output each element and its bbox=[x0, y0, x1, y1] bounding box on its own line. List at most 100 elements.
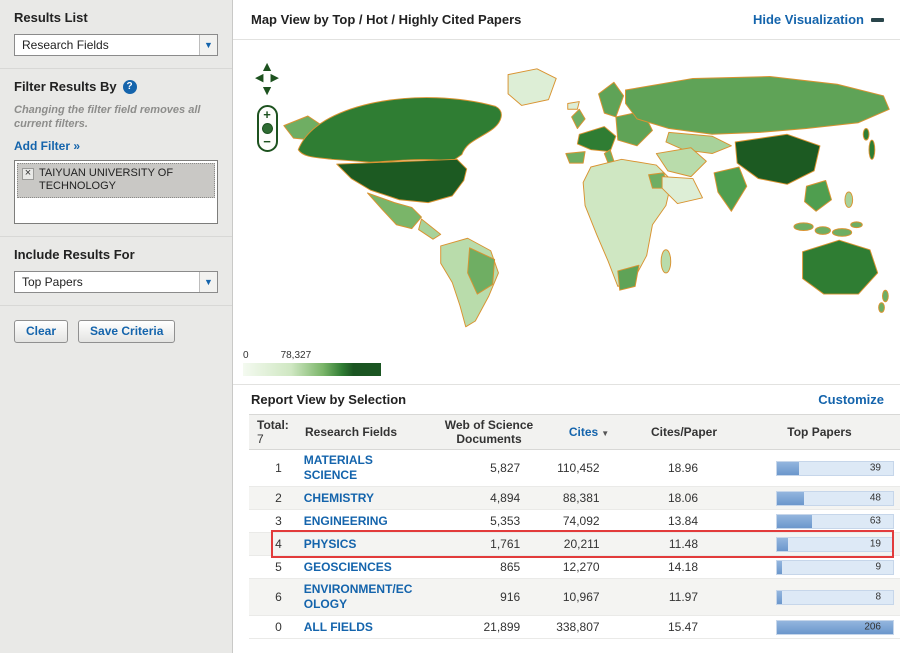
total-count: Total: 7 bbox=[249, 415, 299, 449]
report-view-header: Report View by Selection Customize bbox=[233, 384, 900, 414]
row-rank: 2 bbox=[275, 491, 282, 505]
report-title: Report View by Selection bbox=[251, 392, 407, 407]
map-region-oceania[interactable] bbox=[802, 239, 889, 313]
top-papers-bar-fill bbox=[777, 491, 805, 505]
top-papers-value: 48 bbox=[869, 492, 881, 504]
legend-gradient-bar bbox=[243, 363, 381, 376]
row-cites: 20,211 bbox=[563, 537, 600, 551]
main-content: Map View by Top / Hot / Highly Cited Pap… bbox=[233, 0, 900, 653]
filter-tag[interactable]: × TAIYUAN UNIVERSITY OF TECHNOLOGY bbox=[17, 162, 215, 199]
results-list-dropdown[interactable]: Research Fields ▼ bbox=[14, 34, 218, 56]
column-header-cites[interactable]: Cites ▼ bbox=[549, 422, 629, 442]
legend-min-label: 0 bbox=[243, 350, 249, 361]
table-row: 0 ALL FIELDS 21,899 338,807 15.47 206 bbox=[249, 616, 900, 639]
clear-button[interactable]: Clear bbox=[14, 319, 69, 343]
field-link[interactable]: GEOSCIENCES bbox=[304, 560, 392, 574]
filter-heading-label: Filter Results By bbox=[14, 79, 117, 94]
row-cites-per-paper: 18.06 bbox=[667, 491, 698, 505]
include-results-heading: Include Results For bbox=[14, 246, 135, 262]
map-area: ▲ ◀ ▶ ▼ + − bbox=[233, 40, 900, 348]
row-rank: 5 bbox=[275, 560, 282, 574]
globe-icon[interactable] bbox=[261, 123, 273, 134]
row-cites-per-paper: 15.47 bbox=[667, 620, 698, 634]
top-papers-value: 19 bbox=[869, 538, 881, 550]
filter-note: Changing the filter field removes all cu… bbox=[14, 104, 201, 131]
map-region-asia[interactable] bbox=[625, 76, 890, 237]
top-papers-bar[interactable]: 19 bbox=[776, 536, 894, 552]
active-filters-box[interactable]: × TAIYUAN UNIVERSITY OF TECHNOLOGY bbox=[14, 159, 218, 224]
table-row: 5 GEOSCIENCES 865 12,270 14.18 9 bbox=[249, 556, 900, 579]
top-papers-bar[interactable]: 8 bbox=[776, 589, 894, 605]
top-papers-value: 63 bbox=[869, 515, 881, 527]
zoom-out-icon[interactable]: − bbox=[263, 135, 271, 148]
field-link[interactable]: CHEMISTRY bbox=[304, 491, 374, 505]
help-icon[interactable]: ? bbox=[122, 79, 137, 94]
results-list-heading: Results List bbox=[14, 10, 88, 25]
report-table-header: Total: 7 Research Fields Web of Science … bbox=[249, 414, 900, 450]
table-row: 3 ENGINEERING 5,353 74,092 13.84 63 bbox=[249, 510, 900, 533]
sort-desc-icon: ▼ bbox=[601, 429, 610, 438]
field-link[interactable]: MATERIALS SCIENCE bbox=[304, 453, 373, 482]
field-link[interactable]: ALL FIELDS bbox=[304, 620, 373, 634]
row-docs: 5,353 bbox=[490, 514, 521, 528]
cites-sort-link[interactable]: Cites bbox=[569, 425, 598, 439]
collapse-icon bbox=[871, 17, 884, 22]
include-results-dropdown-value: Top Papers bbox=[22, 274, 83, 289]
map-region-north-america[interactable] bbox=[283, 68, 580, 240]
total-value: 7 bbox=[257, 432, 264, 446]
top-papers-bar[interactable]: 206 bbox=[776, 619, 894, 635]
row-cites: 110,452 bbox=[557, 461, 600, 475]
filter-heading: Filter Results By ? bbox=[14, 79, 218, 94]
top-papers-bar-fill bbox=[777, 560, 783, 574]
map-legend: 0 78,327 bbox=[233, 348, 900, 384]
map-zoom-control[interactable]: + − bbox=[256, 105, 278, 152]
pan-down-icon[interactable]: ▼ bbox=[260, 83, 274, 97]
column-header-cites-per-paper[interactable]: Cites/Paper bbox=[629, 422, 739, 442]
sidebar-buttons: Clear Save Criteria bbox=[0, 306, 232, 355]
sidebar: Results List Research Fields ▼ Filter Re… bbox=[0, 0, 233, 653]
top-papers-bar[interactable]: 63 bbox=[776, 513, 894, 529]
chevron-down-icon[interactable]: ▼ bbox=[199, 35, 217, 55]
report-table: Total: 7 Research Fields Web of Science … bbox=[249, 414, 900, 639]
field-link[interactable]: ENVIRONMENT/ECOLOGY bbox=[304, 582, 413, 611]
zoom-in-icon[interactable]: + bbox=[263, 108, 271, 121]
map-region-south-america[interactable] bbox=[440, 237, 499, 328]
map-controls: ▲ ◀ ▶ ▼ + − bbox=[251, 59, 283, 152]
row-rank: 1 bbox=[275, 461, 282, 475]
column-header-documents[interactable]: Web of Science Documents bbox=[429, 415, 549, 449]
pan-up-icon[interactable]: ▲ bbox=[260, 59, 274, 73]
top-papers-bar[interactable]: 48 bbox=[776, 490, 894, 506]
column-header-research-fields: Research Fields bbox=[305, 425, 398, 439]
top-papers-bar-fill bbox=[777, 514, 813, 528]
row-cites-per-paper: 14.18 bbox=[667, 560, 698, 574]
top-papers-bar[interactable]: 9 bbox=[776, 559, 894, 575]
include-results-dropdown[interactable]: Top Papers ▼ bbox=[14, 270, 218, 293]
total-label: Total: bbox=[257, 418, 289, 432]
top-papers-bar[interactable]: 39 bbox=[776, 460, 894, 476]
top-papers-value: 8 bbox=[875, 591, 881, 603]
page-title: Map View by Top / Hot / Highly Cited Pap… bbox=[251, 12, 522, 27]
remove-filter-icon[interactable]: × bbox=[22, 167, 34, 180]
app-window: Results List Research Fields ▼ Filter Re… bbox=[0, 0, 900, 653]
filter-tag-label: TAIYUAN UNIVERSITY OF TECHNOLOGY bbox=[39, 166, 174, 193]
legend-max-label: 78,327 bbox=[280, 350, 312, 361]
top-papers-bar-fill bbox=[777, 461, 799, 475]
row-docs: 5,827 bbox=[490, 461, 521, 475]
chevron-down-icon[interactable]: ▼ bbox=[199, 271, 217, 292]
table-row: 6 ENVIRONMENT/ECOLOGY 916 10,967 11.97 8 bbox=[249, 579, 900, 616]
row-docs: 865 bbox=[500, 560, 521, 574]
add-filter-link[interactable]: Add Filter » bbox=[14, 139, 80, 153]
field-link[interactable]: PHYSICS bbox=[304, 537, 357, 551]
column-header-top-papers[interactable]: Top Papers bbox=[739, 422, 900, 442]
field-link[interactable]: ENGINEERING bbox=[304, 514, 388, 528]
map-region-africa[interactable] bbox=[582, 158, 673, 291]
world-choropleth-map[interactable] bbox=[279, 48, 895, 338]
customize-link[interactable]: Customize bbox=[818, 392, 884, 407]
save-criteria-button[interactable]: Save Criteria bbox=[78, 319, 176, 343]
row-docs: 4,894 bbox=[490, 491, 521, 505]
row-cites: 88,381 bbox=[562, 491, 600, 505]
top-papers-bar-fill bbox=[777, 590, 782, 604]
hide-visualization-link[interactable]: Hide Visualization bbox=[753, 12, 884, 27]
row-cites: 10,967 bbox=[562, 590, 600, 604]
map-pan-control[interactable]: ▲ ◀ ▶ ▼ bbox=[255, 59, 279, 97]
